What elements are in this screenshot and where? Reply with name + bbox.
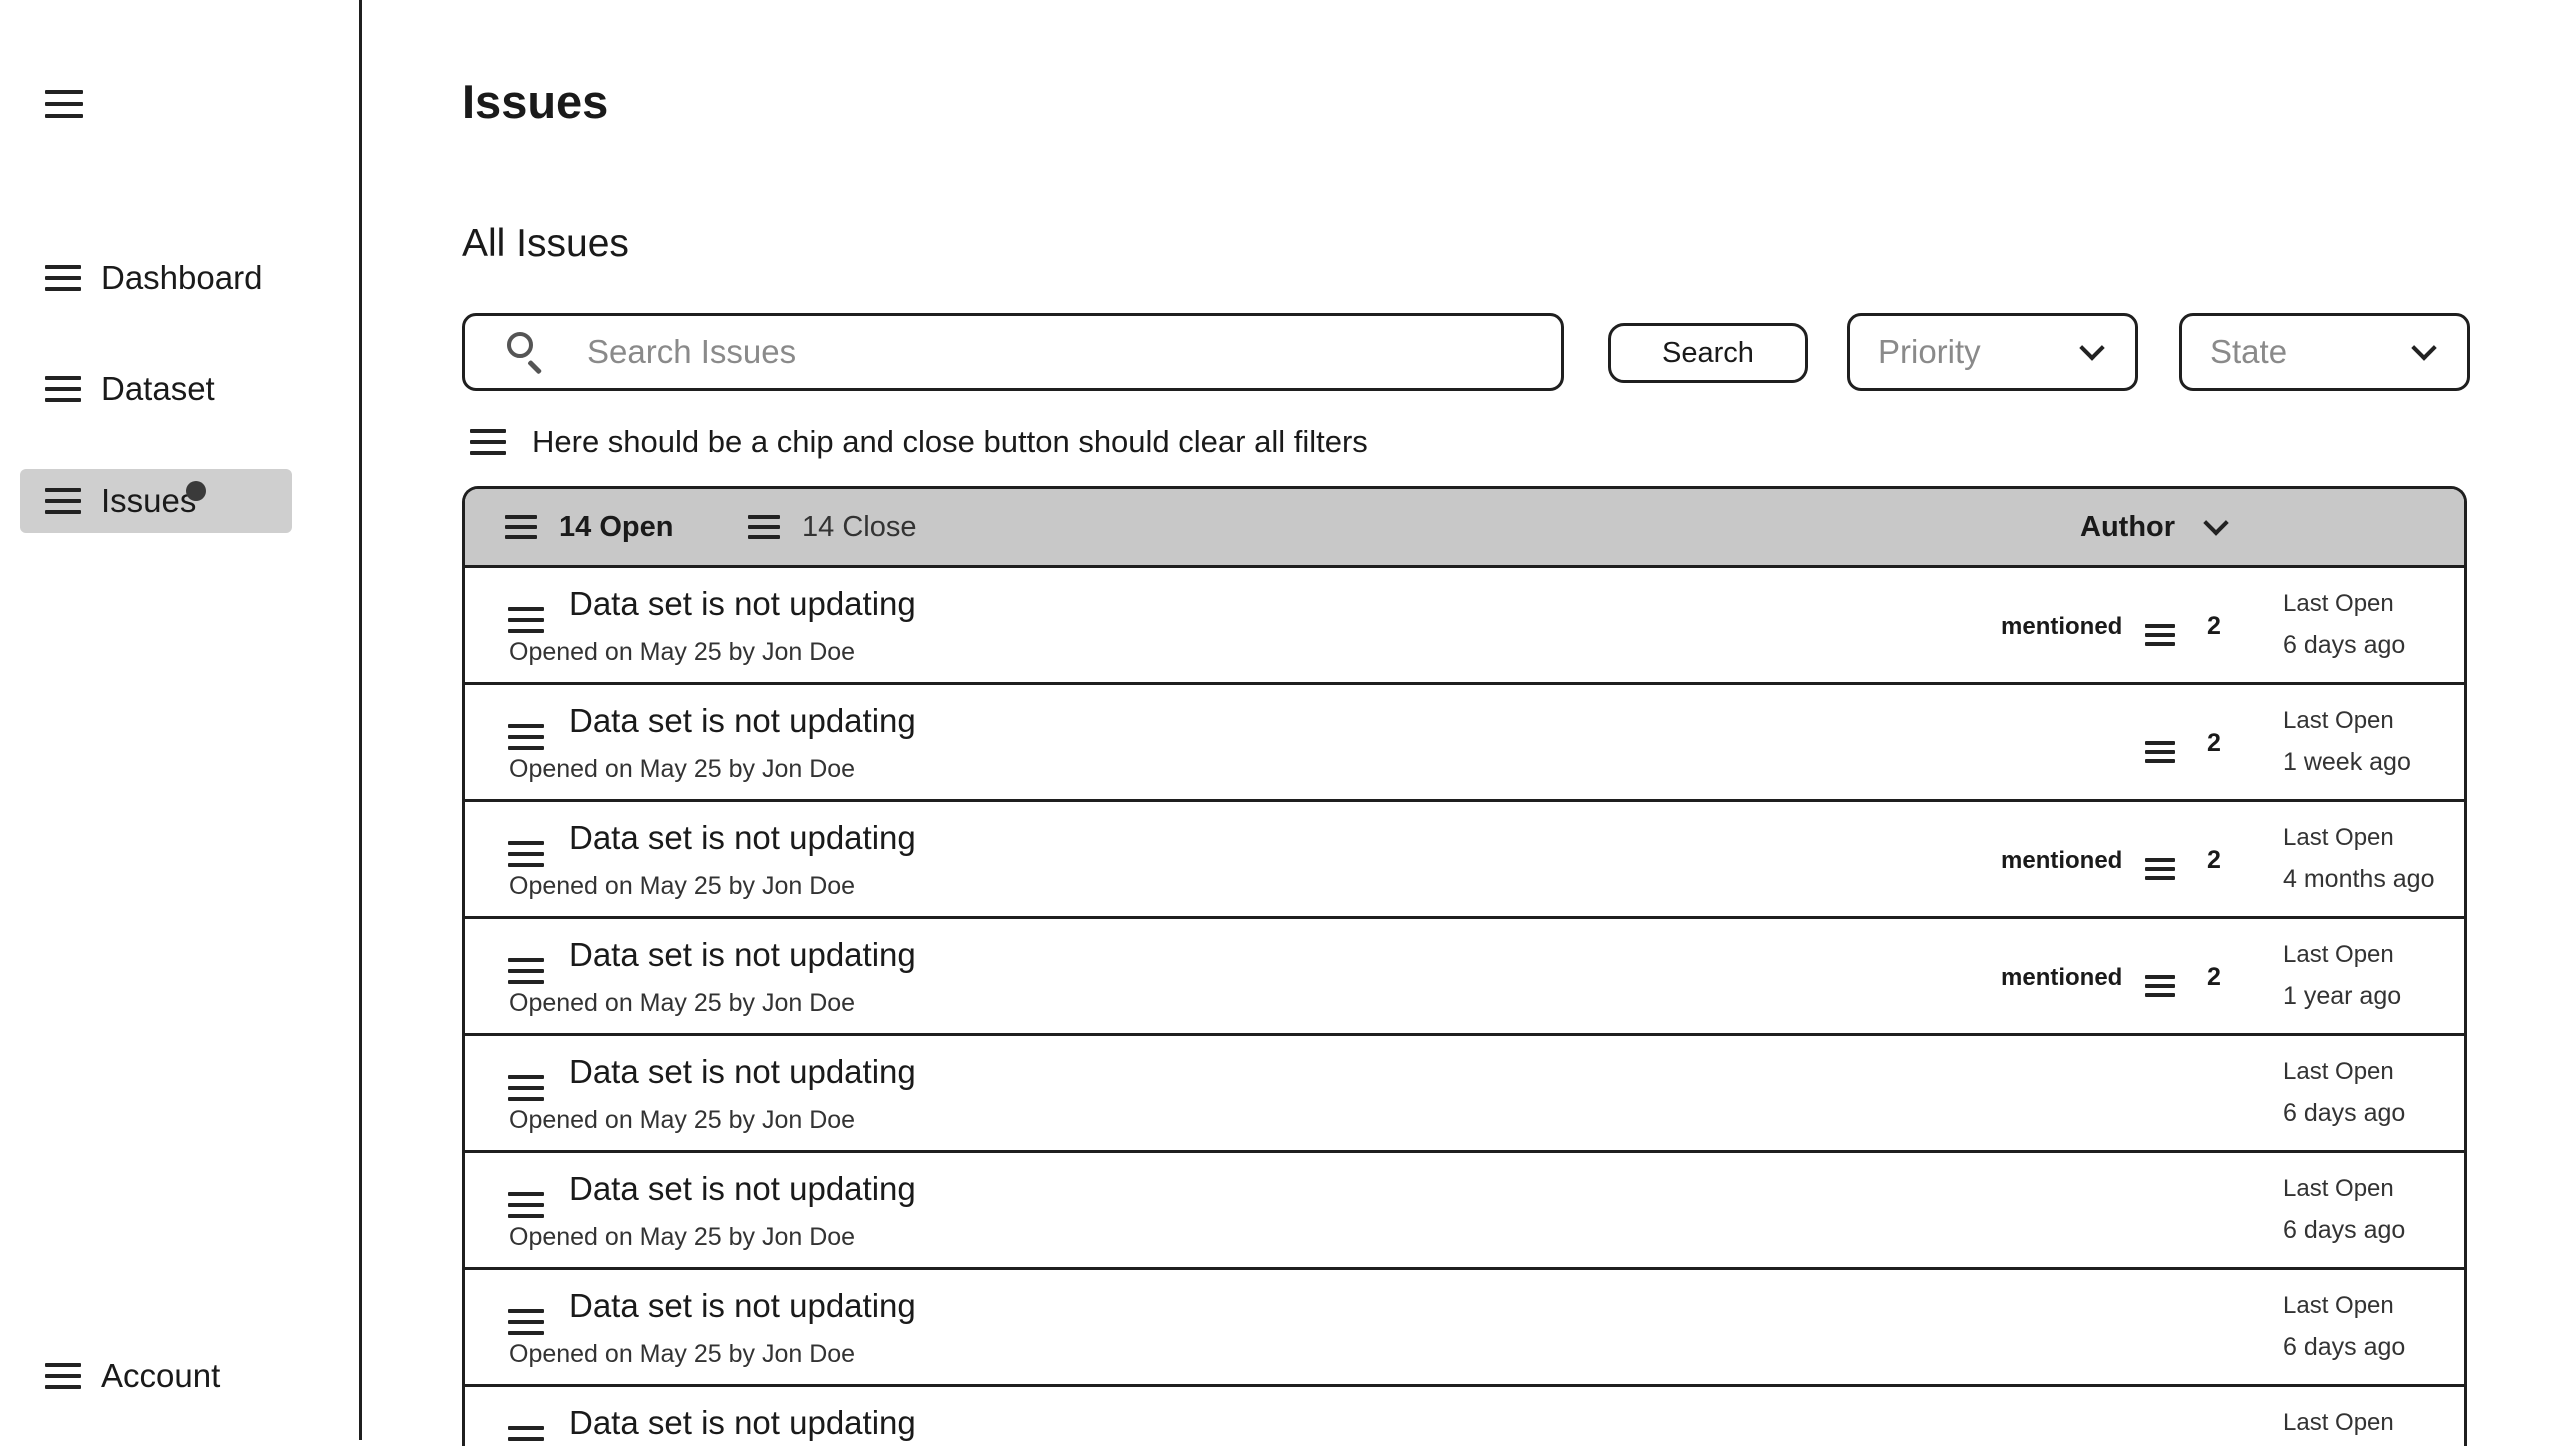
state-dropdown-label: State xyxy=(2210,333,2288,370)
last-activity-label: Last Open xyxy=(2283,707,2394,734)
issue-title[interactable]: Data set is not updating xyxy=(569,1053,916,1091)
mentioned-badge: mentioned xyxy=(2001,613,2123,640)
search-icon xyxy=(507,332,547,375)
issue-row[interactable]: Data set is not updating Last Open xyxy=(465,1387,2464,1446)
notification-dot-icon xyxy=(186,481,206,501)
issue-row[interactable]: Data set is not updating Opened on May 25… xyxy=(465,1036,2464,1153)
search-input[interactable] xyxy=(585,332,1489,372)
sidebar-item-label: Dashboard xyxy=(101,259,263,296)
issue-icon xyxy=(508,841,544,867)
chevron-down-icon xyxy=(2079,335,2105,361)
issue-title[interactable]: Data set is not updating xyxy=(569,1287,916,1325)
filter-note-text: Here should be a chip and close button s… xyxy=(532,424,1368,459)
issue-icon xyxy=(508,1309,544,1335)
issue-title[interactable]: Data set is not updating xyxy=(569,936,916,974)
issue-meta: Opened on May 25 by Jon Doe xyxy=(509,1223,856,1251)
account-icon xyxy=(45,1363,81,1389)
menu-toggle-icon[interactable] xyxy=(45,90,83,118)
last-activity-time: 1 week ago xyxy=(2283,748,2411,776)
issue-meta: Opened on May 25 by Jon Doe xyxy=(509,1340,856,1368)
comment-count: 2 xyxy=(2207,846,2221,874)
sidebar-item-dashboard[interactable]: Dashboard xyxy=(20,246,292,310)
priority-dropdown-label: Priority xyxy=(1878,333,1981,370)
comments-icon xyxy=(2145,858,2175,880)
issue-row[interactable]: Data set is not updating Opened on May 25… xyxy=(465,919,2464,1036)
mentioned-badge: mentioned xyxy=(2001,964,2123,991)
issue-icon xyxy=(508,724,544,750)
state-dropdown[interactable]: State xyxy=(2179,313,2470,391)
issue-icon xyxy=(508,1426,544,1446)
comments-icon xyxy=(2145,624,2175,646)
dataset-icon xyxy=(45,376,81,402)
issue-meta: Opened on May 25 by Jon Doe xyxy=(509,872,856,900)
open-issues-icon xyxy=(505,515,537,539)
tab-closed-issues[interactable]: 14 Close xyxy=(748,489,916,565)
issue-row[interactable]: Data set is not updating Opened on May 25… xyxy=(465,685,2464,802)
issue-icon xyxy=(508,607,544,633)
issue-row[interactable]: Data set is not updating Opened on May 25… xyxy=(465,1270,2464,1387)
mentioned-badge: mentioned xyxy=(2001,847,2123,874)
issue-icon xyxy=(508,1075,544,1101)
sidebar-item-label: Issues xyxy=(101,482,197,519)
issue-title[interactable]: Data set is not updating xyxy=(569,1170,916,1208)
priority-dropdown[interactable]: Priority xyxy=(1847,313,2138,391)
sidebar-item-dataset[interactable]: Dataset xyxy=(20,357,292,421)
issue-row[interactable]: Data set is not updating Opened on May 25… xyxy=(465,802,2464,919)
issue-meta: Opened on May 25 by Jon Doe xyxy=(509,989,856,1017)
tab-closed-label: 14 Close xyxy=(802,510,917,543)
comment-count: 2 xyxy=(2207,612,2221,640)
section-title: All Issues xyxy=(462,222,629,265)
issues-list: 14 Open 14 Close Author Data set is not … xyxy=(462,486,2467,1446)
issue-meta: Opened on May 25 by Jon Doe xyxy=(509,638,856,666)
issue-title[interactable]: Data set is not updating xyxy=(569,585,916,623)
filter-icon[interactable] xyxy=(470,429,506,455)
issue-title[interactable]: Data set is not updating xyxy=(569,702,916,740)
issue-meta: Opened on May 25 by Jon Doe xyxy=(509,1106,856,1134)
tab-open-label: 14 Open xyxy=(559,510,674,543)
search-button[interactable]: Search xyxy=(1608,323,1808,383)
last-activity-time: 6 days ago xyxy=(2283,631,2406,659)
search-box[interactable] xyxy=(462,313,1564,391)
comments-icon xyxy=(2145,741,2175,763)
sidebar-item-label: Dataset xyxy=(101,370,215,407)
last-activity-label: Last Open xyxy=(2283,1058,2394,1085)
tab-open-issues[interactable]: 14 Open xyxy=(505,489,673,565)
author-filter-label: Author xyxy=(2080,510,2176,543)
page-title: Issues xyxy=(462,75,609,128)
chevron-down-icon xyxy=(2203,510,2229,536)
issue-title[interactable]: Data set is not updating xyxy=(569,819,916,857)
last-activity-label: Last Open xyxy=(2283,1175,2394,1202)
last-activity-time: 6 days ago xyxy=(2283,1099,2406,1127)
issue-meta: Opened on May 25 by Jon Doe xyxy=(509,755,856,783)
last-activity-time: 6 days ago xyxy=(2283,1333,2406,1361)
chevron-down-icon xyxy=(2411,335,2437,361)
last-activity-label: Last Open xyxy=(2283,941,2394,968)
last-activity-label: Last Open xyxy=(2283,1292,2394,1319)
closed-issues-icon xyxy=(748,515,780,539)
issue-row[interactable]: Data set is not updating Opened on May 25… xyxy=(465,568,2464,685)
last-activity-label: Last Open xyxy=(2283,590,2394,617)
last-activity-time: 4 months ago xyxy=(2283,865,2435,893)
last-activity-label: Last Open xyxy=(2283,1409,2394,1436)
last-activity-time: 1 year ago xyxy=(2283,982,2402,1010)
issue-icon xyxy=(508,958,544,984)
issues-icon xyxy=(45,488,81,514)
sidebar-item-account[interactable]: Account xyxy=(20,1344,292,1408)
issue-title[interactable]: Data set is not updating xyxy=(569,1404,916,1442)
comment-count: 2 xyxy=(2207,729,2221,757)
sidebar: Dashboard Dataset Issues Account xyxy=(0,0,362,1440)
sidebar-item-label: Account xyxy=(101,1357,221,1394)
active-filters-note: Here should be a chip and close button s… xyxy=(470,424,1368,460)
issue-row[interactable]: Data set is not updating Opened on May 25… xyxy=(465,1153,2464,1270)
comment-count: 2 xyxy=(2207,963,2221,991)
author-filter-dropdown[interactable]: Author xyxy=(2080,489,2229,565)
last-activity-time: 6 days ago xyxy=(2283,1216,2406,1244)
issues-list-header: 14 Open 14 Close Author xyxy=(465,489,2464,568)
comments-icon xyxy=(2145,975,2175,997)
dashboard-icon xyxy=(45,265,81,291)
last-activity-label: Last Open xyxy=(2283,824,2394,851)
sidebar-item-issues[interactable]: Issues xyxy=(20,469,292,533)
issue-icon xyxy=(508,1192,544,1218)
